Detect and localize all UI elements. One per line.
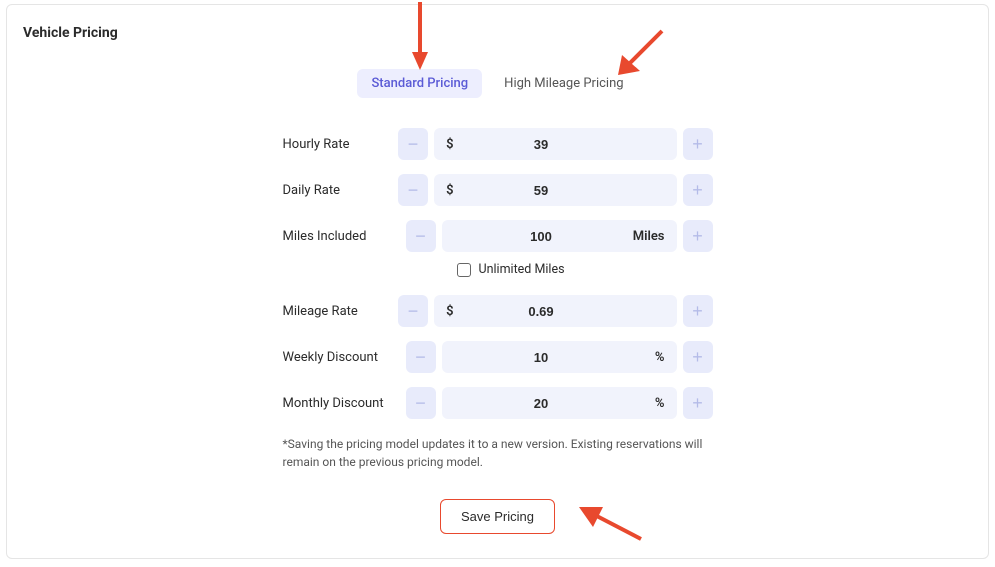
- section-title: Vehicle Pricing: [23, 25, 972, 41]
- hourly-rate-decrement[interactable]: −: [398, 128, 428, 160]
- daily-rate-input-wrap: $: [434, 174, 676, 206]
- vehicle-pricing-panel: Vehicle Pricing Standard Pricing High Mi…: [6, 4, 989, 559]
- daily-rate-prefix: $: [446, 183, 453, 198]
- mileage-rate-decrement[interactable]: −: [398, 295, 428, 327]
- tab-standard-pricing[interactable]: Standard Pricing: [357, 69, 482, 98]
- daily-rate-decrement[interactable]: −: [398, 174, 428, 206]
- tab-high-mileage-pricing[interactable]: High Mileage Pricing: [490, 69, 637, 98]
- hourly-rate-increment[interactable]: +: [683, 128, 713, 160]
- label-daily-rate: Daily Rate: [283, 183, 399, 198]
- row-daily-rate: Daily Rate − $ +: [283, 174, 713, 206]
- row-monthly-discount: Monthly Discount − % +: [283, 387, 713, 419]
- weekly-discount-input[interactable]: [454, 350, 629, 365]
- pricing-tabs: Standard Pricing High Mileage Pricing: [23, 69, 972, 98]
- hourly-rate-input-wrap: $: [434, 128, 676, 160]
- monthly-discount-suffix: %: [629, 396, 665, 411]
- save-pricing-button[interactable]: Save Pricing: [440, 499, 555, 534]
- row-weekly-discount: Weekly Discount − % +: [283, 341, 713, 373]
- label-mileage-rate: Mileage Rate: [283, 304, 399, 319]
- row-hourly-rate: Hourly Rate − $ +: [283, 128, 713, 160]
- daily-rate-input[interactable]: [454, 183, 629, 198]
- mileage-rate-increment[interactable]: +: [683, 295, 713, 327]
- hourly-rate-input[interactable]: [454, 137, 629, 152]
- pricing-form: Hourly Rate − $ + Daily Rate − $: [283, 128, 713, 534]
- miles-included-input-wrap: Miles: [442, 220, 677, 252]
- mileage-rate-input[interactable]: [454, 304, 629, 319]
- label-unlimited-miles: Unlimited Miles: [479, 262, 565, 277]
- label-miles-included: Miles Included: [283, 229, 406, 244]
- row-unlimited-miles: Unlimited Miles: [457, 262, 713, 277]
- pricing-note: *Saving the pricing model updates it to …: [283, 435, 713, 471]
- weekly-discount-increment[interactable]: +: [683, 341, 713, 373]
- unlimited-miles-checkbox[interactable]: [457, 263, 471, 277]
- miles-included-suffix: Miles: [629, 229, 665, 244]
- miles-included-increment[interactable]: +: [683, 220, 713, 252]
- weekly-discount-input-wrap: %: [442, 341, 677, 373]
- mileage-rate-prefix: $: [446, 304, 453, 319]
- monthly-discount-input-wrap: %: [442, 387, 677, 419]
- weekly-discount-suffix: %: [629, 350, 665, 365]
- miles-included-input[interactable]: [454, 229, 629, 244]
- weekly-discount-decrement[interactable]: −: [406, 341, 436, 373]
- monthly-discount-input[interactable]: [454, 396, 629, 411]
- monthly-discount-increment[interactable]: +: [683, 387, 713, 419]
- label-monthly-discount: Monthly Discount: [283, 396, 406, 411]
- row-miles-included: Miles Included − Miles +: [283, 220, 713, 252]
- monthly-discount-decrement[interactable]: −: [406, 387, 436, 419]
- label-hourly-rate: Hourly Rate: [283, 137, 399, 152]
- row-mileage-rate: Mileage Rate − $ +: [283, 295, 713, 327]
- miles-included-decrement[interactable]: −: [406, 220, 436, 252]
- daily-rate-increment[interactable]: +: [683, 174, 713, 206]
- mileage-rate-input-wrap: $: [434, 295, 676, 327]
- hourly-rate-prefix: $: [446, 137, 453, 152]
- label-weekly-discount: Weekly Discount: [283, 350, 406, 365]
